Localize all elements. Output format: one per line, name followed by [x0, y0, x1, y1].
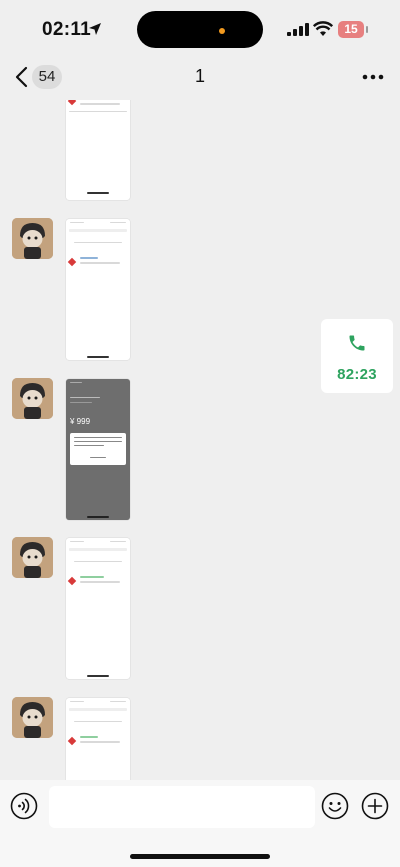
- emoji-icon[interactable]: [321, 792, 349, 820]
- chat-title: 1: [194, 66, 205, 86]
- avatar[interactable]: [12, 378, 53, 419]
- home-indicator[interactable]: [130, 854, 270, 859]
- voice-call-bubble[interactable]: 82:23: [321, 319, 393, 393]
- screenshot-thumbnail[interactable]: ¥ 999: [66, 379, 130, 520]
- avatar[interactable]: [12, 218, 53, 259]
- battery-level: 15: [344, 22, 358, 36]
- chat-header: 54 1: [0, 56, 400, 100]
- price-text: ¥ 999: [70, 417, 91, 426]
- screenshot-thumbnail[interactable]: [66, 219, 130, 360]
- back-chevron-icon[interactable]: [14, 66, 28, 88]
- message-list[interactable]: 82:23 ¥ 999: [0, 100, 400, 780]
- plush-avatar-icon: [12, 697, 53, 738]
- status-bar: 02:11 15: [0, 0, 400, 60]
- location-arrow-icon: [89, 23, 101, 35]
- plus-icon[interactable]: [361, 792, 389, 820]
- clock: 02:11: [42, 19, 92, 40]
- phone-icon: [349, 335, 365, 351]
- message-text-input[interactable]: [49, 786, 315, 828]
- call-duration: 82:23: [337, 366, 377, 383]
- unread-count-badge[interactable]: 54: [32, 65, 62, 89]
- plush-avatar-icon: [12, 537, 53, 578]
- avatar[interactable]: [12, 697, 53, 738]
- avatar[interactable]: [12, 537, 53, 578]
- plush-avatar-icon: [12, 378, 53, 419]
- privacy-indicator-dot: [219, 28, 225, 34]
- dialog-box: [70, 433, 126, 465]
- wifi-icon: [313, 21, 333, 36]
- voice-icon[interactable]: [10, 792, 38, 820]
- message-input-bar: [0, 780, 400, 867]
- screenshot-thumbnail[interactable]: [66, 100, 130, 200]
- screenshot-thumbnail[interactable]: [66, 538, 130, 679]
- battery-icon: 15: [338, 21, 364, 38]
- battery-tip: [366, 26, 368, 33]
- plush-avatar-icon: [12, 218, 53, 259]
- screenshot-thumbnail[interactable]: [66, 698, 130, 780]
- dynamic-island: [137, 11, 263, 48]
- cellular-signal-icon: [287, 23, 309, 36]
- more-icon[interactable]: [362, 74, 384, 80]
